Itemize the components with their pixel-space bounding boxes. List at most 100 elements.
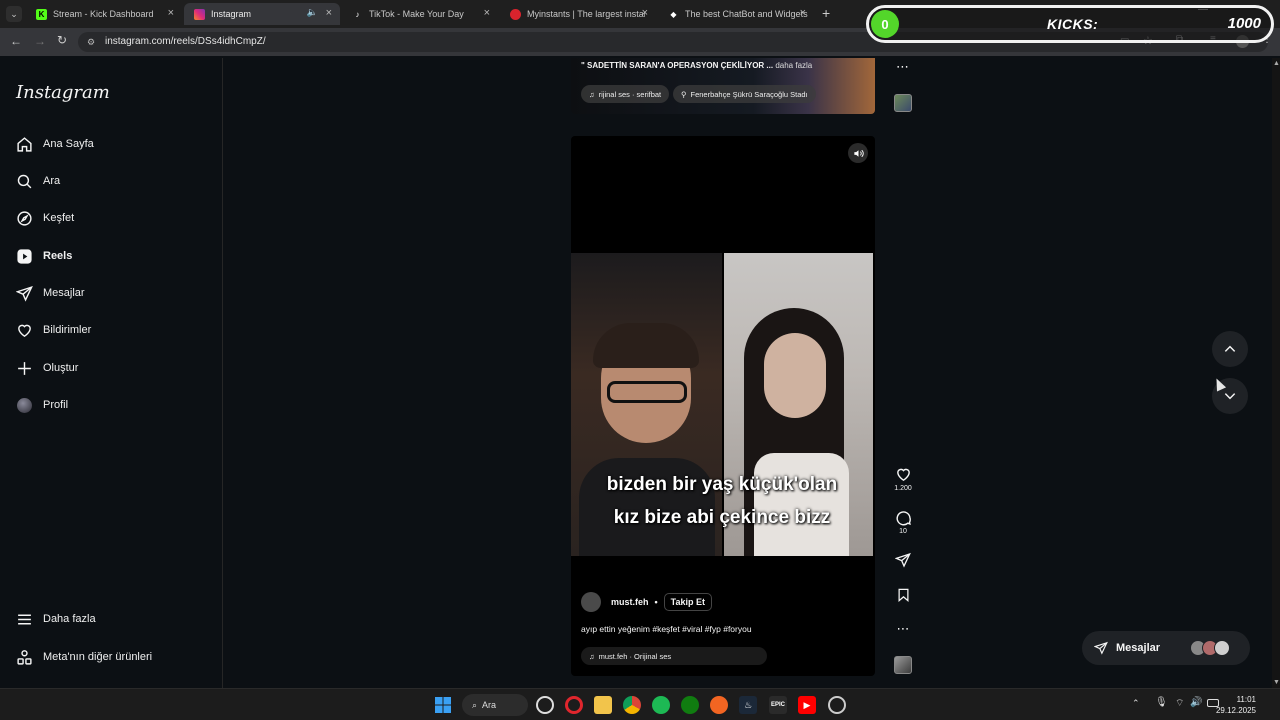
obs-icon[interactable]	[536, 696, 554, 714]
new-tab-plus-icon[interactable]: +	[822, 5, 830, 21]
close-icon[interactable]: ×	[168, 7, 174, 19]
youtube-icon[interactable]: ▶	[798, 696, 816, 714]
taskbar-clock[interactable]: 11:01 29.12.2025	[1216, 694, 1256, 716]
previous-reel[interactable]: " SADETTİN SARAN'A OPERASYON ÇEKİLİYOR .…	[571, 58, 875, 114]
sidebar-item-label: Reels	[43, 250, 73, 262]
save-button[interactable]	[893, 587, 913, 605]
compass-icon	[16, 210, 33, 227]
sidebar-item-more[interactable]: Daha fazla	[16, 608, 96, 630]
sidebar-item-label: Oluştur	[43, 362, 79, 374]
taskbar-search-label: Ara	[482, 700, 497, 710]
origin-icon[interactable]	[710, 696, 728, 714]
kicks-overlay: 0 KICKS: 1000	[866, 5, 1274, 43]
instagram-logo[interactable]: Instagram	[16, 82, 110, 103]
volume-button[interactable]	[848, 143, 868, 163]
avatar-icon	[16, 397, 33, 414]
sidebar-item-reels[interactable]: Reels	[16, 245, 72, 267]
prev-audio-chip[interactable]: ♫ rijinal ses · serifbat	[581, 85, 670, 103]
scroll-up-button[interactable]	[1212, 331, 1248, 367]
tab-tiktok[interactable]: ♪ TikTok - Make Your Day ×	[342, 3, 498, 25]
kicks-badge: 0	[871, 10, 899, 38]
sidebar-item-search[interactable]: Ara	[16, 170, 60, 192]
close-icon[interactable]: ×	[800, 7, 806, 19]
follow-button[interactable]: Takip Et	[663, 593, 713, 611]
chrome-icon[interactable]	[623, 696, 641, 714]
share-button[interactable]	[893, 552, 913, 570]
close-icon[interactable]: ×	[484, 7, 490, 19]
scroll-down-arrow-icon[interactable]: ▼	[1273, 679, 1280, 686]
video-caption-line-2: kız bize abi çekince bizz	[613, 507, 831, 528]
myinstants-icon	[510, 8, 521, 20]
sidebar-item-label: Ana Sayfa	[43, 138, 94, 150]
xbox-icon[interactable]	[681, 696, 699, 714]
sidebar-item-messages[interactable]: Mesajlar	[16, 282, 85, 304]
windows-start-icon[interactable]	[434, 696, 452, 714]
more-options-icon[interactable]: ⋯	[893, 621, 913, 637]
sidebar-item-meta-products[interactable]: Meta'nın diğer ürünleri	[16, 646, 152, 668]
tab-instagram[interactable]: Instagram 🔈 ×	[184, 3, 340, 25]
tray-chevron-icon[interactable]: ⌃	[1132, 698, 1140, 709]
comment-button[interactable]: 10	[893, 509, 913, 535]
speaker-icon[interactable]: 🔈	[307, 7, 318, 18]
steam-icon[interactable]: ♨	[739, 696, 757, 714]
chevron-down-icon	[1224, 393, 1236, 400]
sidebar-item-label: Profil	[43, 399, 69, 411]
file-explorer-icon[interactable]	[594, 696, 612, 714]
video-caption-line-1: bizden bir yaş küçük'olan	[606, 474, 838, 495]
kicks-value: 1000	[1227, 15, 1261, 32]
music-note-icon: ♫	[589, 89, 595, 99]
close-icon[interactable]: ×	[642, 7, 648, 19]
scroll-up-arrow-icon[interactable]: ▲	[1273, 60, 1280, 67]
tab-title: Myinstants | The largest instant	[527, 9, 645, 19]
forward-arrow-icon[interactable]: →	[34, 34, 46, 48]
tab-chatbot[interactable]: ◆ The best ChatBot and Widgets ×	[658, 3, 814, 25]
microphone-icon[interactable]: 🎙	[1155, 697, 1168, 708]
taskbar-search[interactable]: ⌕ Ara	[462, 694, 528, 716]
app-icon[interactable]	[828, 696, 846, 714]
apps-icon	[16, 649, 33, 666]
messages-pill-label: Mesajlar	[1116, 642, 1161, 654]
author-username[interactable]: must.feh	[611, 597, 649, 607]
close-icon[interactable]: ×	[326, 7, 332, 19]
sidebar: Instagram Ana Sayfa Ara Keşfet Reels Mes…	[0, 58, 223, 688]
prev-audio-thumbnail[interactable]	[894, 94, 912, 112]
site-info-icon[interactable]: ⚙	[87, 32, 95, 52]
like-button[interactable]: 1.200	[893, 466, 913, 492]
back-arrow-icon[interactable]: ←	[10, 34, 22, 48]
epic-games-icon[interactable]: EPIC	[769, 696, 787, 714]
prev-location-chip[interactable]: ⚲ Fenerbahçe Şükrü Saraçoğlu Stadı	[673, 85, 816, 103]
tab-search-chevron-icon[interactable]: ⌄	[6, 6, 22, 22]
tab-kick-dashboard[interactable]: K Stream - Kick Dashboard ×	[26, 3, 182, 25]
spotify-icon[interactable]	[652, 696, 670, 714]
music-note-icon: ♫	[589, 651, 595, 661]
sidebar-item-notifications[interactable]: Bildirimler	[16, 319, 91, 341]
audio-thumbnail[interactable]	[894, 656, 912, 674]
sidebar-item-profile[interactable]: Profil	[16, 394, 68, 416]
page-scrollbar[interactable]: ▲ ▼	[1272, 58, 1280, 688]
volume-icon[interactable]: 🔊	[1190, 697, 1202, 708]
heart-icon	[16, 322, 33, 339]
search-icon: ⌕	[472, 699, 478, 710]
sidebar-item-home[interactable]: Ana Sayfa	[16, 133, 94, 155]
messages-pill[interactable]: Mesajlar	[1082, 631, 1250, 665]
opera-icon[interactable]	[565, 696, 583, 714]
reel-video[interactable]: bizden bir yaş küçük'olan kız bize abi ç…	[571, 253, 873, 556]
sidebar-item-create[interactable]: Oluştur	[16, 357, 78, 379]
reel-audio-chip[interactable]: ♫ must.feh · Orijinal ses	[581, 647, 767, 665]
send-icon	[16, 285, 33, 302]
author-avatar[interactable]	[581, 592, 601, 612]
sidebar-item-label: Keşfet	[43, 212, 75, 224]
menu-icon	[16, 611, 33, 628]
current-reel[interactable]: bizden bir yaş küçük'olan kız bize abi ç…	[571, 136, 875, 676]
tab-title: Stream - Kick Dashboard	[53, 9, 154, 19]
prev-more-icon[interactable]: ⋯	[896, 59, 909, 75]
avatar	[1214, 640, 1230, 656]
reel-description: ayıp ettin yeğenim #keşfet #viral #fyp #…	[581, 624, 752, 634]
tab-title: The best ChatBot and Widgets	[685, 9, 808, 19]
sidebar-item-explore[interactable]: Keşfet	[16, 207, 74, 229]
reload-icon[interactable]: ↻	[57, 33, 67, 47]
wifi-icon[interactable]: ⌔	[1175, 697, 1184, 710]
windows-taskbar: ⌕ Ara ♨ EPIC ▶ ⌃ 🎙 ⌔ 🔊 11:01 29.12.2025	[0, 688, 1280, 720]
more-link[interactable]: daha fazla	[775, 61, 812, 70]
tab-myinstants[interactable]: Myinstants | The largest instant ×	[500, 3, 656, 25]
